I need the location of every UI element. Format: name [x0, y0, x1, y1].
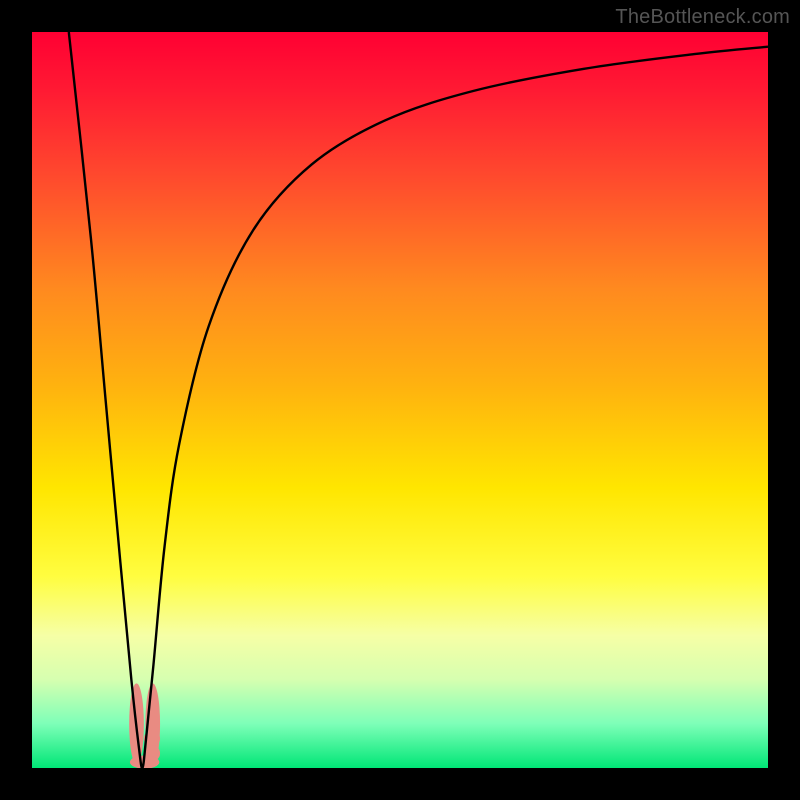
curve-layer: [32, 32, 768, 768]
plot-area: [32, 32, 768, 768]
chart-frame: TheBottleneck.com: [0, 0, 800, 800]
watermark-text: TheBottleneck.com: [615, 6, 790, 29]
bottleneck-curve: [69, 32, 768, 768]
